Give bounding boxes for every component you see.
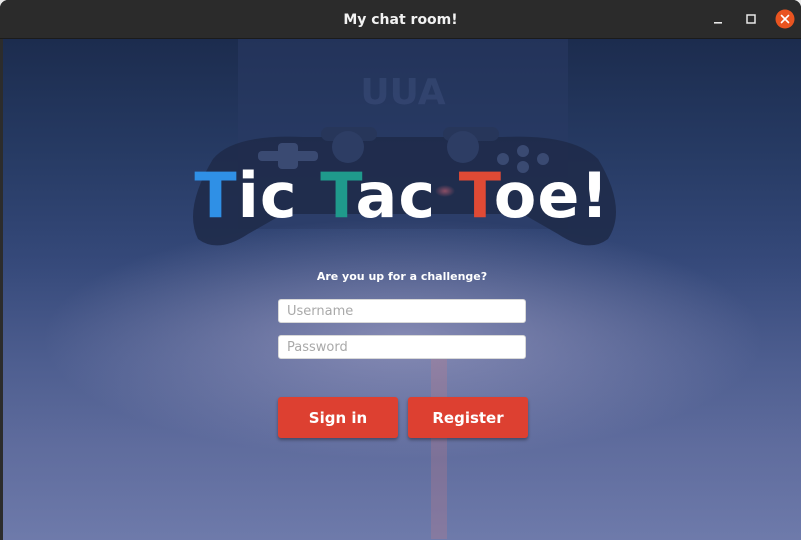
game-controller-image: UUA bbox=[3, 39, 801, 540]
logo-initial-2: T bbox=[320, 159, 356, 232]
sign-in-button[interactable]: Sign in bbox=[278, 397, 398, 438]
title-bar[interactable]: My chat room! bbox=[0, 0, 801, 39]
svg-text:UUA: UUA bbox=[360, 72, 445, 113]
game-logo: Tic Tac Toe! bbox=[3, 159, 801, 232]
app-window: My chat room! UUA Tic Tac Toe! Are you u… bbox=[0, 0, 801, 540]
window-title: My chat room! bbox=[343, 12, 458, 28]
username-input[interactable] bbox=[278, 299, 526, 323]
password-input[interactable] bbox=[278, 335, 526, 359]
logo-initial-3: T bbox=[458, 159, 494, 232]
logo-rest-3: oe! bbox=[493, 159, 610, 232]
tagline: Are you up for a challenge? bbox=[316, 270, 488, 283]
maximize-icon[interactable] bbox=[742, 10, 760, 28]
logo-rest-1: ic bbox=[237, 159, 321, 232]
logo-initial-1: T bbox=[194, 159, 238, 232]
register-button[interactable]: Register bbox=[408, 397, 528, 438]
close-icon[interactable] bbox=[775, 9, 795, 29]
login-screen: UUA Tic Tac Toe! Are you up for a challe… bbox=[3, 39, 801, 540]
logo-rest-2: ac bbox=[355, 159, 459, 232]
minimize-icon[interactable] bbox=[709, 10, 727, 28]
